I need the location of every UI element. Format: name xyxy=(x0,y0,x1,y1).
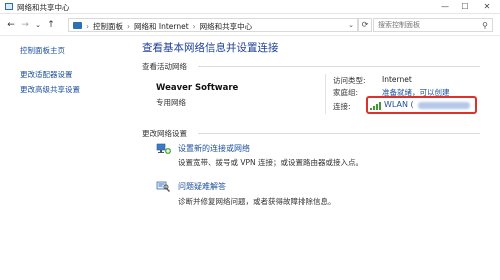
setup-new-connection-description: 设置宽带、拨号或 VPN 连接；或设置路由器或接入点。 xyxy=(178,158,364,167)
sidebar-item-control-panel-home[interactable]: 控制面板主页 xyxy=(20,45,65,56)
up-button[interactable]: ↑ xyxy=(46,19,56,31)
search-box: ⚲ xyxy=(373,18,493,32)
main-panel: 查看基本网络信息并设置连接 查看活动网络 Weaver Software 专用网… xyxy=(120,36,500,280)
connection-label: 连接: xyxy=(333,102,351,111)
section-divider xyxy=(198,66,480,67)
wlan-connection-link[interactable]: WLAN ( xyxy=(384,100,414,109)
redacted-ssid xyxy=(418,102,470,109)
active-networks-heading: 查看活动网络 xyxy=(142,62,187,71)
breadcrumb-network-center[interactable]: 网络和共享中心 xyxy=(200,22,253,31)
access-type-value: Internet xyxy=(382,75,412,84)
recent-locations-button[interactable]: ⌄ xyxy=(33,19,43,31)
breadcrumb-separator: › xyxy=(86,22,89,31)
search-icon[interactable]: ⚲ xyxy=(482,21,488,30)
address-field[interactable]: › 控制面板 › 网络和 Internet › 网络和共享中心 ⌄ xyxy=(68,18,358,32)
network-category: 专用网络 xyxy=(156,98,186,107)
breadcrumb-network-internet[interactable]: 网络和 Internet xyxy=(134,22,189,31)
address-bar: ← → ⌄ ↑ ›控制面板›网络和 Internet›网络和共享中心 ⌄ ⟳ ⚲ xyxy=(0,14,500,36)
sidebar: 控制面板主页 更改适配器设置 更改高级共享设置 xyxy=(0,36,120,280)
wifi-signal-icon xyxy=(370,102,381,110)
refresh-button[interactable]: ⟳ xyxy=(358,18,372,32)
back-button[interactable]: ← xyxy=(6,19,16,31)
breadcrumb-separator: › xyxy=(127,22,130,31)
window-title: 网络和共享中心 xyxy=(17,3,70,12)
close-button[interactable]: ✕ xyxy=(479,1,495,12)
troubleshoot-icon xyxy=(156,181,170,192)
search-input[interactable] xyxy=(378,19,478,31)
change-settings-heading: 更改网络设置 xyxy=(142,129,187,138)
sidebar-item-adapter-settings[interactable]: 更改适配器设置 xyxy=(20,69,73,80)
chevron-down-icon[interactable]: ⌄ xyxy=(348,21,354,29)
troubleshoot-link[interactable]: 问题疑难解答 xyxy=(178,181,226,192)
window-titlebar: 网络和共享中心 — ☐ ✕ xyxy=(0,0,500,14)
page-title: 查看基本网络信息并设置连接 xyxy=(142,42,279,54)
setup-new-connection-link[interactable]: 设置新的连接或网络 xyxy=(178,143,250,154)
control-panel-icon xyxy=(73,22,82,29)
network-name: Weaver Software xyxy=(156,83,239,93)
breadcrumb: › 控制面板 › 网络和 Internet › 网络和共享中心 xyxy=(86,21,252,32)
network-center-icon xyxy=(5,3,13,10)
access-type-label: 访问类型: xyxy=(333,76,366,85)
troubleshoot-description: 诊断并修复网络问题，或者获得故障排除信息。 xyxy=(178,197,336,206)
sidebar-item-advanced-sharing[interactable]: 更改高级共享设置 xyxy=(20,84,80,95)
column-divider xyxy=(325,74,326,114)
minimize-button[interactable]: — xyxy=(437,1,453,12)
section-divider xyxy=(198,133,480,134)
breadcrumb-control-panel[interactable]: 控制面板 xyxy=(93,22,123,31)
breadcrumb-separator: › xyxy=(192,22,196,31)
forward-button[interactable]: → xyxy=(20,19,30,31)
maximize-button[interactable]: ☐ xyxy=(457,1,473,12)
network-setup-icon xyxy=(156,143,171,154)
homegroup-label: 家庭组: xyxy=(333,88,359,97)
